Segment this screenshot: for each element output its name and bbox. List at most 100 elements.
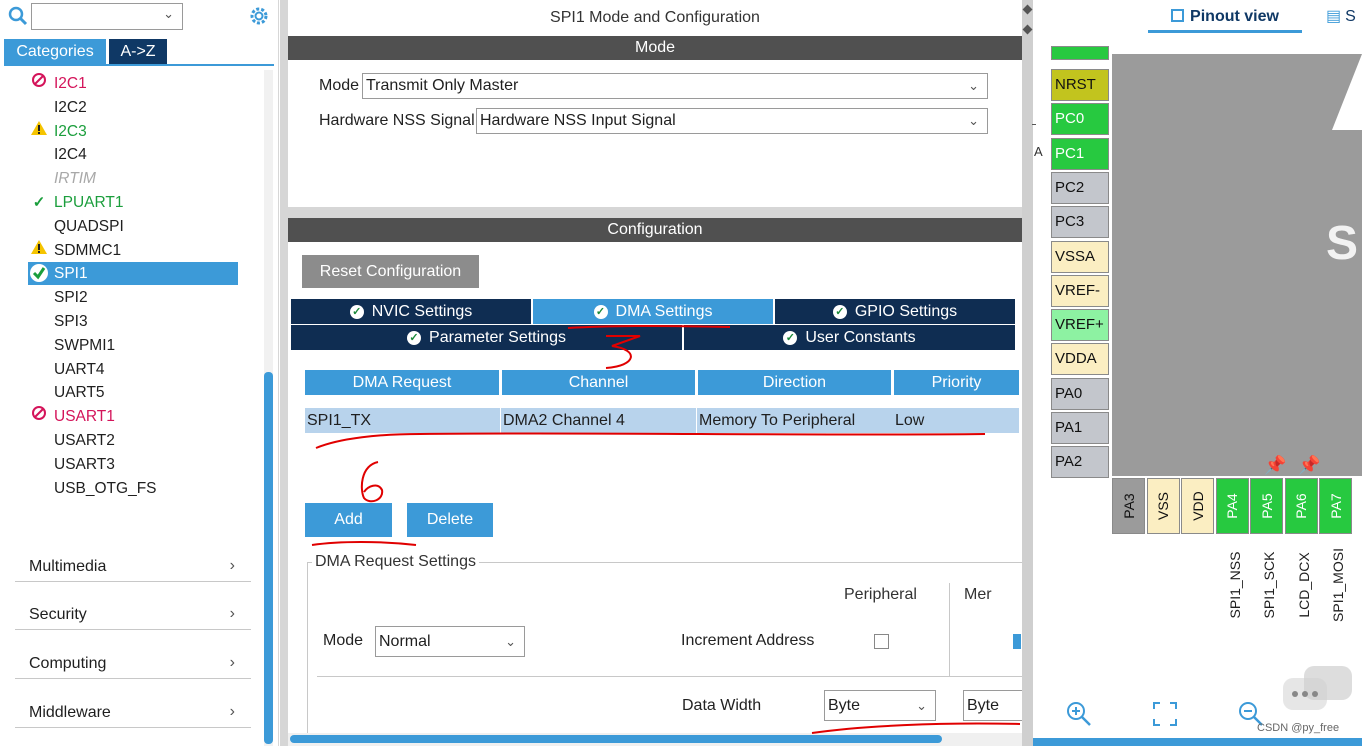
tab-pinout-view[interactable]: Pinout view xyxy=(1148,4,1302,30)
memory-increment-checkbox[interactable] xyxy=(1013,634,1021,649)
disabled-icon xyxy=(28,72,50,95)
chat-bubble-icon[interactable] xyxy=(1282,664,1354,724)
sidebar-item-swpmi1[interactable]: SWPMI1 xyxy=(28,334,238,357)
sidebar-item-lpuart1[interactable]: ✓ LPUART1 xyxy=(28,191,238,214)
mcu-chip[interactable] xyxy=(1112,54,1362,476)
sidebar-scroll-thumb[interactable] xyxy=(264,372,273,744)
pin-pa6[interactable]: PA6 xyxy=(1284,478,1318,534)
fit-screen-icon[interactable] xyxy=(1151,700,1179,728)
tab-parameter-settings[interactable]: ✓ Parameter Settings xyxy=(291,325,682,350)
sidebar-item-label: UART5 xyxy=(54,384,105,402)
category-middleware[interactable]: Middleware › xyxy=(15,679,251,728)
diamond-icon xyxy=(1022,24,1033,35)
peripheral-data-width-select[interactable]: Byte ⌄ xyxy=(824,690,936,721)
pin-vref+[interactable]: VREF+ xyxy=(1051,309,1109,342)
peripheral-column-label: Peripheral xyxy=(844,586,917,603)
pin-pa7[interactable]: PA7 xyxy=(1319,478,1352,534)
request-mode-value: Normal xyxy=(379,633,431,650)
sidebar-item-i2c3[interactable]: I2C3 xyxy=(28,120,238,143)
search-icon[interactable] xyxy=(8,6,28,26)
pin-vdd[interactable]: VDD xyxy=(1181,478,1214,534)
sidebar-item-sdmmc1[interactable]: SDMMC1 xyxy=(28,239,238,262)
pin-pa1[interactable]: PA1 xyxy=(1051,412,1109,444)
sidebar-item-usart3[interactable]: USART3 xyxy=(28,453,238,476)
pin-vdda[interactable]: VDDA xyxy=(1051,343,1109,376)
delete-button[interactable]: Delete xyxy=(407,503,493,537)
pin-pc0[interactable]: PC0 xyxy=(1051,103,1109,136)
tab-a-z[interactable]: A->Z xyxy=(109,39,167,64)
pin-pa3[interactable]: PA3 xyxy=(1112,478,1145,534)
signal-label-pa6: LCD_DCX xyxy=(1295,552,1312,618)
category-computing[interactable]: Computing › xyxy=(15,630,251,679)
pin-vref-[interactable]: VREF- xyxy=(1051,274,1109,307)
sidebar-item-uart4[interactable]: UART4 xyxy=(28,358,238,381)
horizontal-scroll-thumb[interactable] xyxy=(290,735,942,743)
table-cell-priority[interactable]: Low xyxy=(893,408,1019,433)
column-priority[interactable]: Priority xyxy=(894,370,1019,395)
sidebar-item-label: USB_OTG_FS xyxy=(54,479,157,497)
category-security[interactable]: Security › xyxy=(15,581,251,630)
search-combo[interactable]: ⌄ xyxy=(31,3,183,30)
chevron-down-icon[interactable]: ⌄ xyxy=(163,6,174,22)
mode-select[interactable]: Transmit Only Master ⌄ xyxy=(362,73,988,99)
sidebar-item-uart5[interactable]: UART5 xyxy=(28,381,238,404)
column-channel[interactable]: Channel xyxy=(502,370,695,395)
tab-gpio-settings[interactable]: ✓ GPIO Settings xyxy=(775,299,1015,324)
memory-data-width-select[interactable]: Byte xyxy=(963,690,1022,721)
sidebar-item-spi3[interactable]: SPI3 xyxy=(28,310,238,333)
table-cell-request[interactable]: SPI1_TX xyxy=(305,408,500,433)
peripheral-increment-checkbox[interactable] xyxy=(874,634,889,649)
column-direction[interactable]: Direction xyxy=(698,370,891,395)
pin-pa0[interactable]: PA0 xyxy=(1051,377,1109,410)
chevron-right-icon: › xyxy=(229,557,235,574)
pinout-scrollbar[interactable] xyxy=(1033,738,1362,746)
category-label: Multimedia xyxy=(29,558,107,575)
tab-system-view[interactable]: ▤ S xyxy=(1326,4,1356,30)
sidebar-item-label: LPUART1 xyxy=(54,194,124,211)
pin-pa4[interactable]: PA4 xyxy=(1215,478,1249,534)
sidebar-item-quadspi[interactable]: QUADSPI xyxy=(28,215,238,238)
gear-icon[interactable] xyxy=(248,5,270,27)
nss-select[interactable]: Hardware NSS Input Signal ⌄ xyxy=(476,108,988,134)
sidebar-item-label: I2C4 xyxy=(54,146,87,164)
sidebar-item-label: USART3 xyxy=(54,455,115,473)
sidebar-item-irtim[interactable]: IRTIM xyxy=(28,167,238,190)
reset-configuration-button[interactable]: Reset Configuration xyxy=(302,255,479,288)
sidebar-item-i2c4[interactable]: I2C4 xyxy=(28,143,238,166)
sidebar-item-spi1[interactable]: SPI1 xyxy=(28,262,238,286)
pin-pc3[interactable]: PC3 xyxy=(1051,206,1109,239)
pin-vssa[interactable]: VSSA xyxy=(1051,240,1109,273)
request-mode-select[interactable]: Normal ⌄ xyxy=(375,626,525,657)
panel-splitter[interactable] xyxy=(1022,0,1033,746)
table-cell-direction[interactable]: Memory To Peripheral xyxy=(697,408,893,433)
sidebar-item-i2c1[interactable]: I2C1 xyxy=(28,72,238,95)
pin-top-partial[interactable] xyxy=(1051,46,1109,60)
sidebar-item-i2c2[interactable]: I2C2 xyxy=(28,96,238,119)
tab-dma-settings[interactable]: ✓ DMA Settings xyxy=(533,299,773,324)
sidebar-item-usart2[interactable]: USART2 xyxy=(28,429,238,452)
pin-pc1[interactable]: PC1 xyxy=(1051,137,1109,170)
tab-underline xyxy=(4,64,274,66)
pin-pc2[interactable]: PC2 xyxy=(1051,171,1109,204)
pin-pa2[interactable]: PA2 xyxy=(1051,446,1109,479)
sidebar-item-label: UART4 xyxy=(54,360,105,378)
pin-vss[interactable]: VSS xyxy=(1146,478,1180,534)
sidebar-item-label: SDMMC1 xyxy=(54,241,122,259)
category-multimedia[interactable]: Multimedia › xyxy=(15,533,251,582)
tab-categories[interactable]: Categories xyxy=(4,39,106,64)
tab-user-constants[interactable]: ✓ User Constants xyxy=(684,325,1015,350)
watermark: CSDN @py_free xyxy=(1257,722,1340,734)
sidebar-item-label: I2C2 xyxy=(54,98,87,116)
column-dma-request[interactable]: DMA Request xyxy=(305,370,499,395)
pin-pa5[interactable]: PA5 xyxy=(1250,478,1283,534)
mode-select-value: Transmit Only Master xyxy=(366,77,519,94)
tab-nvic-settings[interactable]: ✓ NVIC Settings xyxy=(291,299,531,324)
chevron-down-icon: ⌄ xyxy=(968,113,979,128)
sidebar-item-spi2[interactable]: SPI2 xyxy=(28,286,238,309)
add-button[interactable]: Add xyxy=(305,503,392,537)
table-cell-channel[interactable]: DMA2 Channel 4 xyxy=(501,408,696,433)
pin-nrst[interactable]: NRST xyxy=(1051,69,1109,101)
zoom-in-icon[interactable] xyxy=(1065,700,1093,728)
sidebar-item-usart1[interactable]: USART1 xyxy=(28,405,238,428)
sidebar-item-usb_otg_fs[interactable]: USB_OTG_FS xyxy=(28,477,238,500)
